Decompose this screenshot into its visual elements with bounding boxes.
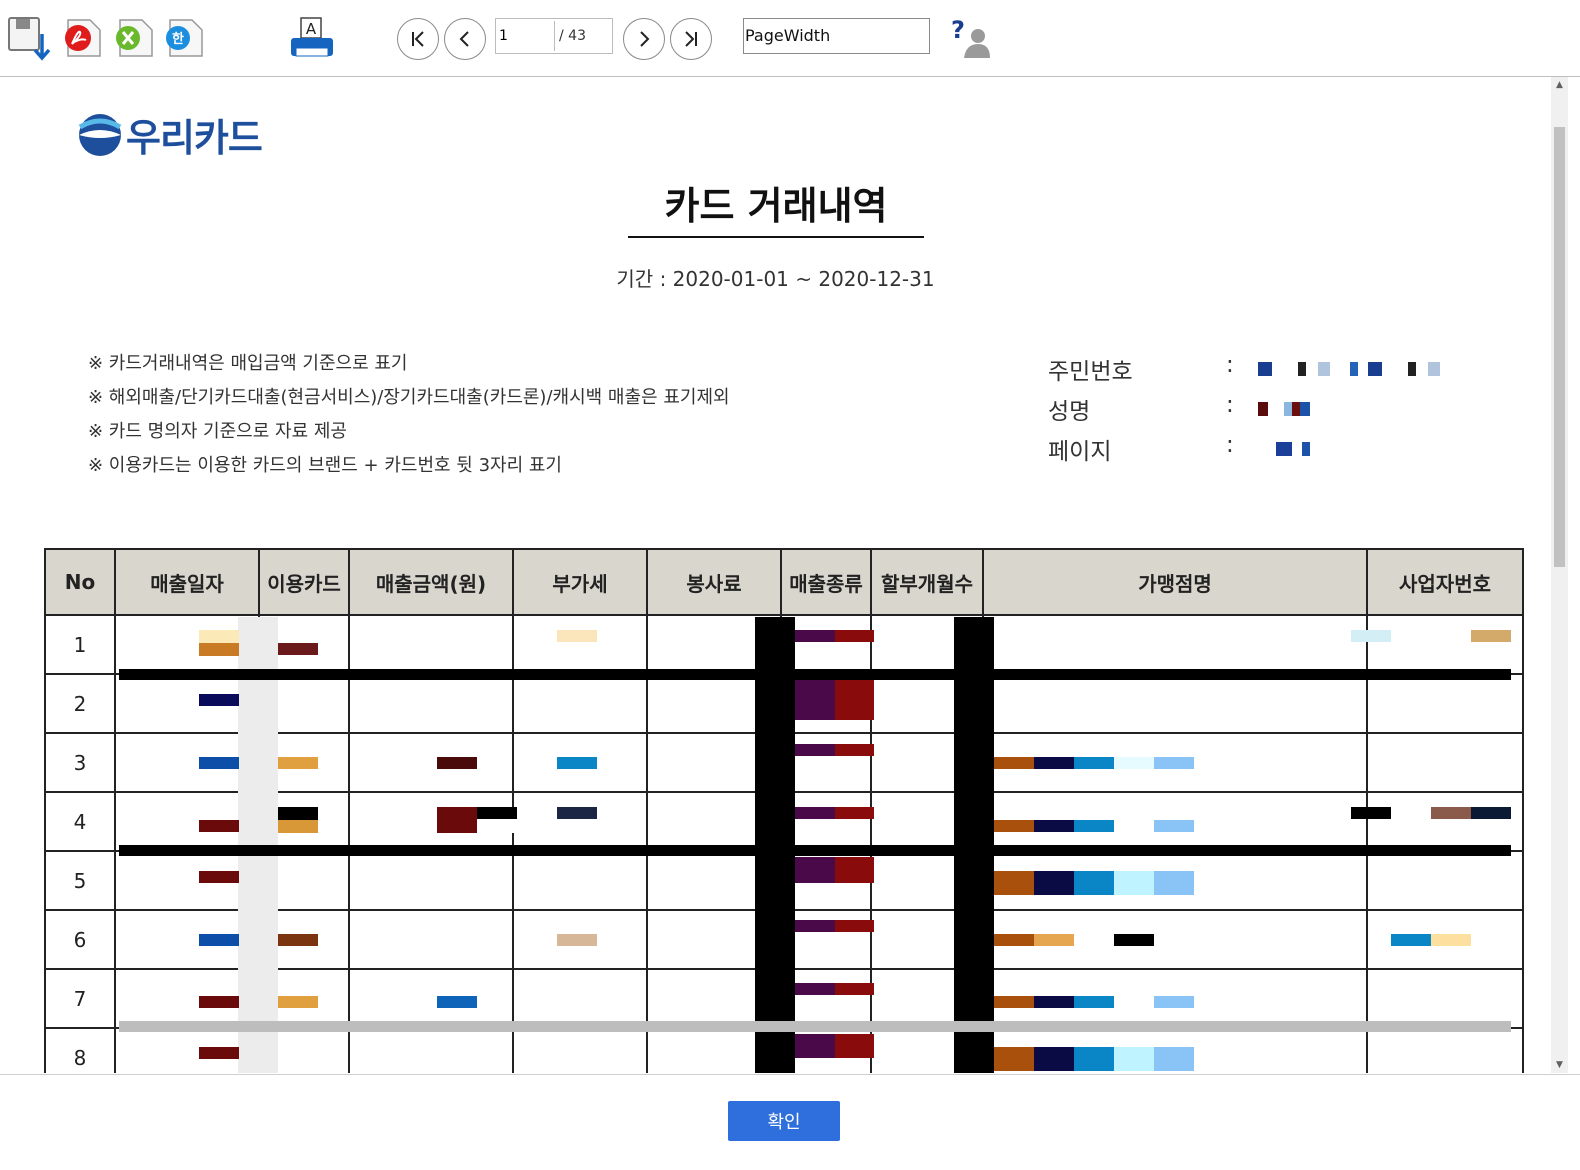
zoom-select[interactable]: PageWidth	[743, 18, 930, 54]
hwp-export-icon[interactable]: 한	[164, 16, 204, 58]
company-logo: 우리카드	[78, 107, 263, 162]
col-vat: 부가세	[512, 548, 648, 616]
chevron-left-icon	[459, 31, 469, 47]
document-title: 카드 거래내역	[628, 175, 924, 238]
excel-export-icon[interactable]	[114, 16, 154, 58]
col-business-number: 사업자번호	[1366, 548, 1524, 616]
notes-list: ※ 카드거래내역은 매입금액 기준으로 표기 ※ 해외매출/단기카드대출(현금서…	[88, 347, 730, 483]
pdf-export-icon[interactable]	[62, 16, 102, 58]
row-no: 6	[44, 910, 116, 970]
period-label: 기간 : 2020-01-01 ~ 2020-12-31	[616, 267, 935, 291]
print-icon[interactable]: A	[290, 16, 336, 58]
next-page-button[interactable]	[623, 18, 665, 60]
table-row: 5	[44, 851, 1524, 911]
col-no: No	[44, 548, 116, 616]
first-page-button[interactable]	[397, 18, 439, 60]
table-row: 2	[44, 674, 1524, 734]
col-service-fee: 봉사료	[646, 548, 782, 616]
last-page-button[interactable]	[670, 18, 712, 60]
scroll-up-icon[interactable]: ▲	[1554, 79, 1565, 91]
note-item: ※ 이용카드는 이용한 카드의 브랜드 + 카드번호 뒷 3자리 표기	[88, 455, 562, 476]
table-row: 4	[44, 792, 1524, 852]
resident-number-label: 주민번호	[1048, 359, 1133, 385]
svg-text:A: A	[306, 20, 317, 38]
woori-card-logo-icon	[78, 113, 122, 156]
page-number-input[interactable]	[496, 21, 555, 51]
page-label: 페이지	[1048, 439, 1112, 465]
page-navigator: / 43	[495, 18, 613, 54]
scroll-down-icon[interactable]: ▼	[1554, 1059, 1565, 1071]
col-merchant: 가맹점명	[982, 548, 1368, 616]
row-no: 4	[44, 792, 116, 852]
vertical-scrollbar[interactable]: ▲ ▼	[1551, 77, 1568, 1073]
scroll-thumb[interactable]	[1554, 127, 1565, 567]
last-page-icon	[685, 31, 697, 47]
note-item: ※ 카드 명의자 기준으로 자료 제공	[88, 421, 347, 442]
prev-page-button[interactable]	[444, 18, 486, 60]
row-no: 7	[44, 969, 116, 1029]
redacted-value	[1258, 362, 1458, 376]
col-sale-type: 매출종류	[780, 548, 872, 616]
help-icon[interactable]: ?	[948, 16, 992, 58]
page-total: / 43	[559, 28, 586, 44]
redacted-value	[1258, 402, 1310, 416]
table-row: 7	[44, 969, 1524, 1029]
col-installment: 할부개월수	[870, 548, 984, 616]
confirm-button[interactable]: 확인	[728, 1101, 840, 1141]
table-row: 3	[44, 733, 1524, 793]
first-page-icon	[412, 31, 424, 47]
col-sale-date: 매출일자	[114, 548, 260, 616]
dialog-footer: 확인	[0, 1074, 1580, 1170]
holder-info: 주민번호 : 성명 : 페이지 :	[1048, 352, 1458, 472]
table-row: 6	[44, 910, 1524, 970]
row-no: 5	[44, 851, 116, 911]
row-no: 3	[44, 733, 116, 793]
row-no: 8	[44, 1028, 116, 1073]
save-icon[interactable]	[8, 16, 51, 61]
row-no: 2	[44, 674, 116, 734]
note-item: ※ 카드거래내역은 매입금액 기준으로 표기	[88, 353, 408, 374]
table-row: 1	[44, 615, 1524, 675]
toolbar: 한 A / 43 PageWidth ?	[0, 0, 1580, 77]
report-viewer: 우리카드 카드 거래내역 기간 : 2020-01-01 ~ 2020-12-3…	[0, 77, 1551, 1073]
note-item: ※ 해외매출/단기카드대출(현금서비스)/장기카드대출(카드론)/캐시백 매출은…	[88, 387, 730, 408]
svg-text:?: ?	[951, 16, 965, 44]
chevron-right-icon	[640, 31, 650, 47]
svg-text:한: 한	[172, 31, 184, 47]
redacted-value	[1258, 442, 1310, 456]
row-no: 1	[44, 615, 116, 675]
col-amount: 매출금액(원)	[348, 548, 514, 616]
logo-text: 우리카드	[126, 116, 263, 160]
name-label: 성명	[1048, 399, 1091, 425]
table-row: 8	[44, 1028, 1524, 1073]
col-card: 이용카드	[258, 548, 350, 616]
transaction-table: No 매출일자 이용카드 매출금액(원) 부가세 봉사료 매출종류 할부개월수 …	[44, 548, 1524, 1073]
